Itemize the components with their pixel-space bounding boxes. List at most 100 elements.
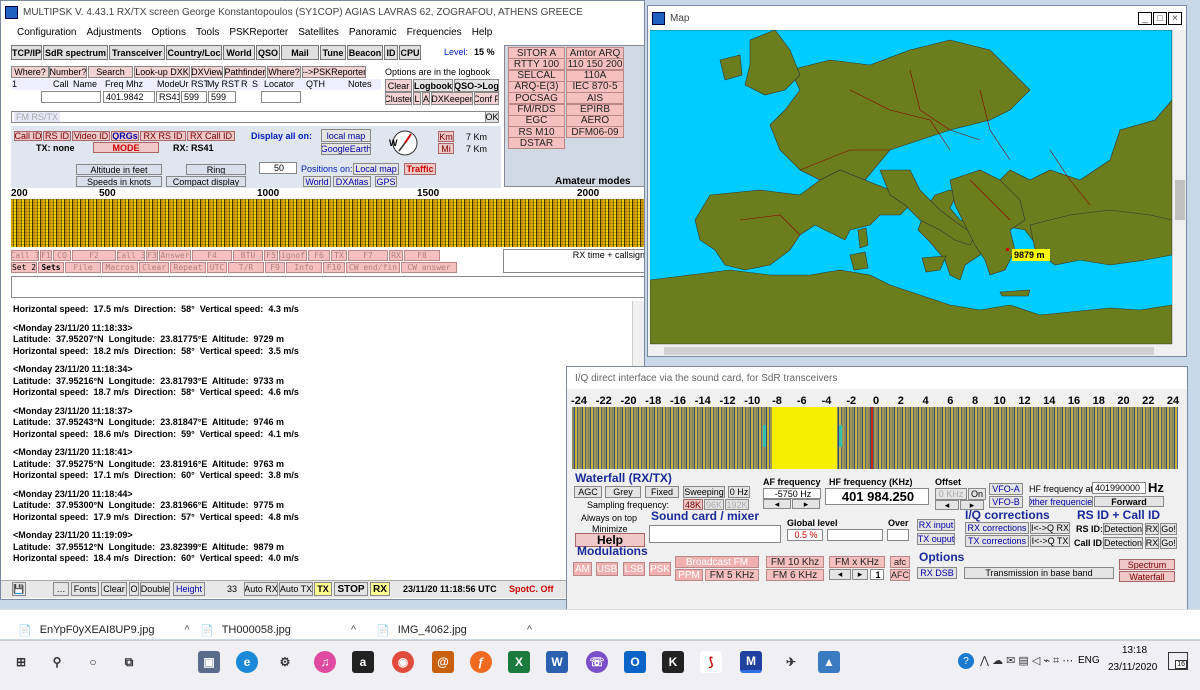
tx-ouput-button[interactable]: TX ouput — [917, 533, 955, 545]
other-frequencies-button[interactable]: Other frequencies — [1029, 496, 1093, 507]
call-id-button[interactable]: Call ID — [14, 131, 42, 141]
mode-sitor-a[interactable]: SITOR A — [508, 47, 565, 59]
chevron-up-icon[interactable]: ^ — [184, 624, 189, 636]
macro-key2-4[interactable]: Clear — [139, 262, 169, 273]
download-item-1[interactable]: 📄 EnYpF0yXEAI8UP9.jpg ^ — [18, 620, 190, 640]
logbook-button[interactable]: Logbook — [413, 79, 453, 92]
baseband-button[interactable]: Transmission in base band — [964, 567, 1114, 579]
tx-corrections-button[interactable]: TX corrections — [965, 535, 1029, 547]
zero-hz-button[interactable]: 0 Hz — [728, 486, 750, 498]
menu-tools[interactable]: Tools — [196, 27, 219, 43]
fm5-button[interactable]: FM 5 KHz — [705, 569, 759, 581]
auto-tx-button[interactable]: Auto TX — [279, 582, 313, 596]
broadcast-fm-button[interactable]: Broadcast FM — [675, 556, 759, 568]
k-app-icon[interactable]: K — [662, 651, 684, 673]
dxkeeper-button[interactable]: DXKeeper — [431, 92, 473, 105]
help-tray-icon[interactable]: ? — [958, 653, 974, 669]
compact-display-button[interactable]: Compact display — [166, 176, 246, 187]
call-id-detection-button[interactable]: Detection — [1103, 537, 1143, 549]
rx-input-button[interactable]: RX input — [917, 519, 955, 531]
chevron-up-icon[interactable]: ^ — [527, 624, 532, 636]
macro-key2-9[interactable]: Info — [286, 262, 322, 273]
tab-beacon[interactable]: Beacon — [347, 45, 383, 60]
af-up-button[interactable]: ▸ — [792, 499, 820, 509]
qso-log-button[interactable]: QSO->Log — [454, 79, 499, 92]
macro-key2-7[interactable]: T/R — [228, 262, 264, 273]
ring-button[interactable]: Ring — [186, 164, 246, 175]
search-icon[interactable]: ⚲ — [46, 651, 68, 673]
maximize-icon[interactable]: □ — [1153, 11, 1167, 25]
tab-tcpip[interactable]: TCP/IP — [11, 45, 42, 60]
macro-key-11[interactable]: F6 — [308, 250, 330, 261]
macro-key-10[interactable]: Signoff — [279, 250, 307, 261]
macro-key-15[interactable]: F8 — [404, 250, 440, 261]
qrgs-button[interactable]: QRGs — [111, 131, 139, 141]
auto-rx-button[interactable]: Auto RX — [244, 582, 278, 596]
double-button[interactable]: Double — [140, 582, 170, 596]
mode-epirb[interactable]: EPIRB — [566, 103, 624, 116]
tray-icons[interactable]: ⋀ ☁ ✉ ▤ ◁ ⌁ ⌗ ⋯ — [980, 654, 1073, 668]
video-id-button[interactable]: Video ID — [72, 131, 110, 141]
menu-pskreporter[interactable]: PSKReporter — [229, 27, 288, 43]
menu-adjustments[interactable]: Adjustments — [86, 27, 141, 43]
itunes-icon[interactable]: ♫ — [314, 651, 336, 673]
tab-tune[interactable]: Tune — [320, 45, 346, 60]
grey-button[interactable]: Grey — [605, 486, 641, 498]
waterfall-button[interactable]: Waterfall — [1119, 571, 1175, 582]
tab-transceiver[interactable]: Transceiver — [109, 45, 165, 60]
mode-button[interactable]: MODE — [93, 142, 159, 153]
macro-key-7[interactable]: F4 — [192, 250, 232, 261]
log-clear-button[interactable]: Clear — [385, 79, 412, 92]
mode-amtor-arq[interactable]: Amtor ARQ — [566, 47, 624, 59]
global-level-field[interactable]: 0.5 % — [787, 529, 823, 541]
rx-call-id-button[interactable]: RX Call ID — [187, 131, 235, 141]
traffic-button[interactable]: Traffic — [404, 163, 436, 175]
iq-tx-button[interactable]: I<->Q TX — [1030, 535, 1070, 547]
offset-down-button[interactable]: ◂ — [935, 500, 959, 510]
rx-rs-id-button[interactable]: RX RS ID — [140, 131, 186, 141]
qso-index-field[interactable]: 1 — [12, 79, 17, 89]
l-button[interactable]: L — [413, 92, 421, 105]
height-button[interactable]: Height — [173, 582, 205, 596]
satellite-icon[interactable]: ✈ — [780, 651, 802, 673]
edge-icon[interactable]: e — [236, 651, 258, 673]
pos-local-map-button[interactable]: Local map — [353, 163, 399, 175]
macro-key-13[interactable]: F7 — [348, 250, 388, 261]
tab-country-loc[interactable]: Country/Loc — [166, 45, 222, 60]
vfo-a-button[interactable]: VFO-A — [989, 483, 1023, 495]
windows-start-icon[interactable]: ⊞ — [10, 651, 32, 673]
macro-key-0[interactable]: Call 1 — [11, 250, 39, 261]
macro-key2-11[interactable]: CW end/fin — [346, 262, 400, 273]
mode-arq-e-3-[interactable]: ARQ-E(3) — [508, 80, 565, 93]
mode-110-150-200[interactable]: 110 150 200 — [566, 58, 624, 71]
notification-icon[interactable]: 16 — [1168, 652, 1188, 670]
ring-value-field[interactable]: 50 — [259, 162, 297, 174]
tab-cpu[interactable]: CPU — [399, 45, 421, 60]
call-id-rx-button[interactable]: RX — [1145, 537, 1159, 549]
dots-button[interactable]: … — [53, 582, 69, 596]
where-button[interactable]: Where? — [11, 66, 49, 78]
sweeping-button[interactable]: Sweeping — [683, 486, 725, 498]
sound-card-field[interactable] — [649, 525, 781, 543]
rx-time-callsign-field[interactable]: RX time + callsign — [503, 249, 644, 273]
tab-sdr-spectrum[interactable]: SdR spectrum — [43, 45, 108, 60]
fmx-up-button[interactable]: ▸ — [852, 569, 868, 580]
hf-frequency-field[interactable]: 401 984.250 — [825, 488, 929, 505]
mode-iec-870-5[interactable]: IEC 870-5 — [566, 80, 624, 93]
dxview-button[interactable]: DXView — [191, 66, 223, 78]
viber-icon[interactable]: ☏ — [586, 651, 608, 673]
tx-button[interactable]: TX — [314, 582, 332, 596]
multipsk-taskbar-icon[interactable]: M — [740, 651, 762, 673]
close-icon[interactable]: × — [1168, 11, 1182, 25]
amateur-modes-label[interactable]: Amateur modes — [555, 176, 631, 187]
macro-key-1[interactable]: F1 — [40, 250, 52, 261]
af-down-button[interactable]: ◂ — [763, 499, 791, 509]
macro-key-9[interactable]: F5 — [264, 250, 278, 261]
outlook-icon[interactable]: O — [624, 651, 646, 673]
clear-log-button[interactable]: Clear — [101, 582, 127, 596]
fmx-value[interactable]: 1 — [870, 569, 884, 580]
chrome-icon[interactable]: ◉ — [392, 651, 414, 673]
fm6-button[interactable]: FM 6 KHz — [766, 569, 824, 581]
o-button[interactable]: O — [129, 582, 139, 596]
conf-button[interactable]: Conf F — [474, 92, 499, 105]
